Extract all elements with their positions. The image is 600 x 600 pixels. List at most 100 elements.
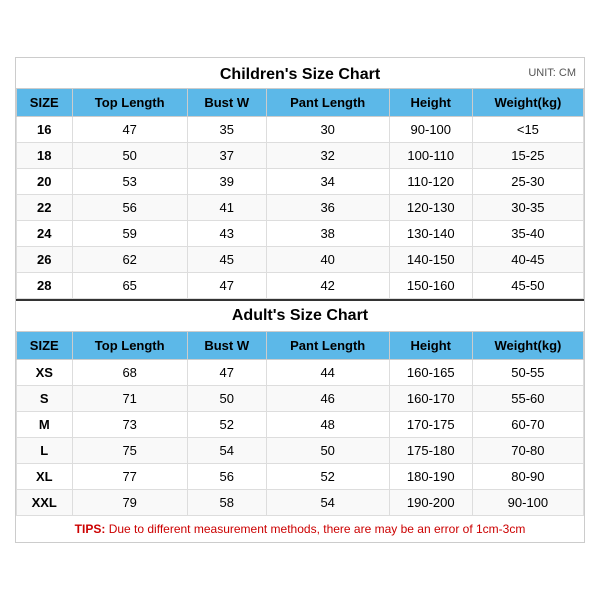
- table-cell: 73: [72, 412, 187, 438]
- table-cell: 190-200: [389, 490, 472, 516]
- table-row: L755450175-18070-80: [17, 438, 584, 464]
- table-cell: 62: [72, 247, 187, 273]
- table-cell: <15: [472, 117, 583, 143]
- tips-label: TIPS:: [75, 522, 106, 536]
- table-cell: 80-90: [472, 464, 583, 490]
- col-height-adult: Height: [389, 332, 472, 360]
- table-cell: 40: [266, 247, 389, 273]
- table-cell: 160-170: [389, 386, 472, 412]
- table-cell: 160-165: [389, 360, 472, 386]
- table-cell: 41: [187, 195, 266, 221]
- table-cell: XL: [17, 464, 73, 490]
- children-title: Children's Size Chart: [220, 66, 380, 83]
- adult-title: Adult's Size Chart: [232, 307, 368, 324]
- children-table: SIZE Top Length Bust W Pant Length Heigh…: [16, 88, 584, 299]
- table-cell: M: [17, 412, 73, 438]
- table-cell: 52: [266, 464, 389, 490]
- tips-row: TIPS: Due to different measurement metho…: [16, 516, 584, 542]
- table-cell: XS: [17, 360, 73, 386]
- table-cell: 75: [72, 438, 187, 464]
- col-bust-w-adult: Bust W: [187, 332, 266, 360]
- table-cell: 50: [266, 438, 389, 464]
- table-cell: 34: [266, 169, 389, 195]
- table-cell: 43: [187, 221, 266, 247]
- table-cell: 175-180: [389, 438, 472, 464]
- table-cell: 140-150: [389, 247, 472, 273]
- table-cell: 47: [187, 360, 266, 386]
- table-cell: 42: [266, 273, 389, 299]
- table-cell: 56: [72, 195, 187, 221]
- table-cell: 60-70: [472, 412, 583, 438]
- table-cell: 35-40: [472, 221, 583, 247]
- table-cell: 56: [187, 464, 266, 490]
- table-cell: 55-60: [472, 386, 583, 412]
- table-cell: 100-110: [389, 143, 472, 169]
- table-cell: L: [17, 438, 73, 464]
- table-row: 28654742150-16045-50: [17, 273, 584, 299]
- col-weight: Weight(kg): [472, 89, 583, 117]
- col-weight-adult: Weight(kg): [472, 332, 583, 360]
- table-cell: 20: [17, 169, 73, 195]
- table-cell: 44: [266, 360, 389, 386]
- col-pant-length: Pant Length: [266, 89, 389, 117]
- table-cell: 26: [17, 247, 73, 273]
- adult-title-row: Adult's Size Chart: [16, 299, 584, 331]
- children-title-row: Children's Size Chart UNIT: CM: [16, 58, 584, 88]
- table-cell: 52: [187, 412, 266, 438]
- unit-label: UNIT: CM: [528, 67, 576, 79]
- col-top-length-adult: Top Length: [72, 332, 187, 360]
- table-cell: 77: [72, 464, 187, 490]
- table-row: S715046160-17055-60: [17, 386, 584, 412]
- table-row: 1647353090-100<15: [17, 117, 584, 143]
- table-cell: 35: [187, 117, 266, 143]
- table-cell: 54: [266, 490, 389, 516]
- table-cell: 37: [187, 143, 266, 169]
- table-row: 24594338130-14035-40: [17, 221, 584, 247]
- table-cell: XXL: [17, 490, 73, 516]
- table-cell: 38: [266, 221, 389, 247]
- table-cell: 48: [266, 412, 389, 438]
- col-height: Height: [389, 89, 472, 117]
- table-row: XS684744160-16550-55: [17, 360, 584, 386]
- col-top-length: Top Length: [72, 89, 187, 117]
- table-row: 22564136120-13030-35: [17, 195, 584, 221]
- table-cell: 50: [72, 143, 187, 169]
- table-cell: 16: [17, 117, 73, 143]
- table-cell: 30-35: [472, 195, 583, 221]
- table-cell: 180-190: [389, 464, 472, 490]
- table-cell: 22: [17, 195, 73, 221]
- table-cell: 59: [72, 221, 187, 247]
- table-cell: 90-100: [472, 490, 583, 516]
- table-cell: 32: [266, 143, 389, 169]
- table-cell: 50-55: [472, 360, 583, 386]
- table-cell: 30: [266, 117, 389, 143]
- table-cell: 71: [72, 386, 187, 412]
- table-cell: 25-30: [472, 169, 583, 195]
- table-cell: 47: [187, 273, 266, 299]
- col-pant-length-adult: Pant Length: [266, 332, 389, 360]
- col-size-adult: SIZE: [17, 332, 73, 360]
- table-cell: S: [17, 386, 73, 412]
- table-row: XXL795854190-20090-100: [17, 490, 584, 516]
- table-row: 26624540140-15040-45: [17, 247, 584, 273]
- table-cell: 36: [266, 195, 389, 221]
- table-cell: 54: [187, 438, 266, 464]
- table-cell: 79: [72, 490, 187, 516]
- table-cell: 90-100: [389, 117, 472, 143]
- table-row: 18503732100-11015-25: [17, 143, 584, 169]
- table-cell: 47: [72, 117, 187, 143]
- table-row: 20533934110-12025-30: [17, 169, 584, 195]
- table-cell: 120-130: [389, 195, 472, 221]
- table-cell: 45: [187, 247, 266, 273]
- table-cell: 50: [187, 386, 266, 412]
- table-cell: 15-25: [472, 143, 583, 169]
- children-header-row: SIZE Top Length Bust W Pant Length Heigh…: [17, 89, 584, 117]
- tips-text: Due to different measurement methods, th…: [109, 522, 526, 536]
- table-cell: 68: [72, 360, 187, 386]
- table-cell: 150-160: [389, 273, 472, 299]
- adult-header-row: SIZE Top Length Bust W Pant Length Heigh…: [17, 332, 584, 360]
- table-cell: 65: [72, 273, 187, 299]
- col-size: SIZE: [17, 89, 73, 117]
- table-cell: 46: [266, 386, 389, 412]
- col-bust-w: Bust W: [187, 89, 266, 117]
